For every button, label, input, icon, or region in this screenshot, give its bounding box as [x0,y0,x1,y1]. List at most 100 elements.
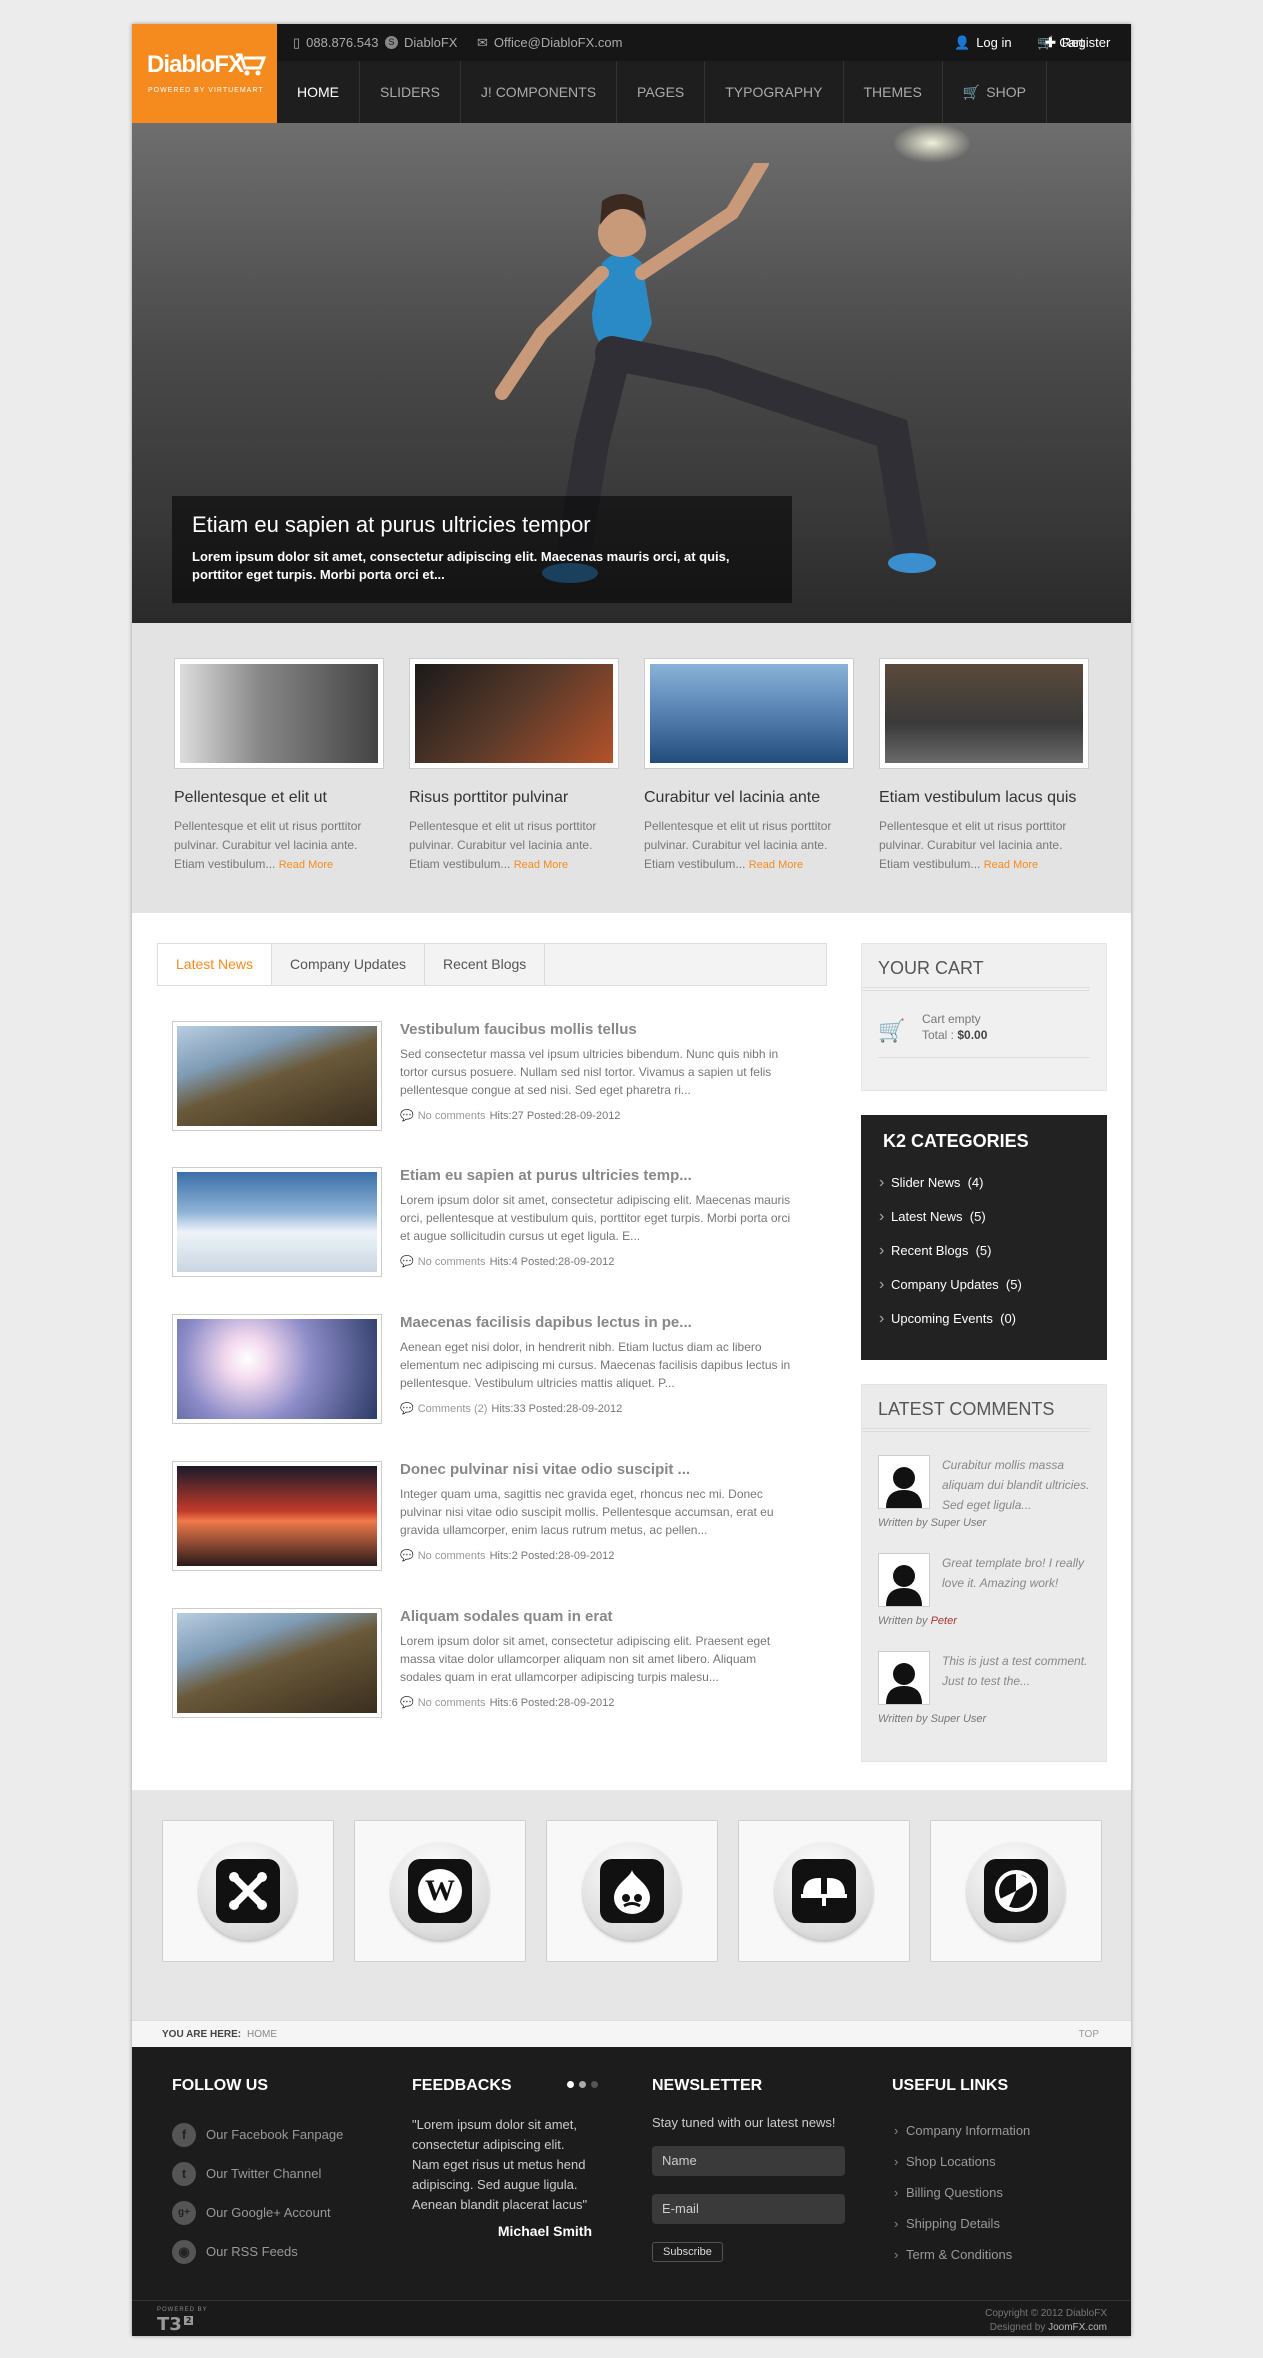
feature-image[interactable] [174,658,384,769]
k2-category-item[interactable]: Company Updates (5) [861,1268,1107,1302]
nav-themes[interactable]: THEMES [844,61,943,123]
tab-recent-blogs[interactable]: Recent Blogs [425,944,546,985]
link-shipping-details[interactable]: Shipping Details [892,2208,1102,2239]
register-link[interactable]: ✚ Register [1045,24,1110,61]
tab-company-updates[interactable]: Company Updates [272,944,425,985]
cart-title: YOUR CART [862,944,1090,991]
feature-image[interactable] [879,658,1089,769]
read-more-link[interactable]: Read More [514,859,568,871]
partner-picasa[interactable] [930,1820,1102,1962]
feature-item: Etiam vestibulum lacus quis Pellentesque… [879,658,1089,875]
twitter-link[interactable]: t Our Twitter Channel [172,2154,382,2193]
nav-home[interactable]: HOME [277,61,360,123]
news-title[interactable]: Vestibulum faucibus mollis tellus [400,1021,637,1038]
google-plus-link[interactable]: g+ Our Google+ Account [172,2193,382,2232]
comments-link[interactable]: No comments [418,1697,486,1709]
pager-dot[interactable] [579,2081,586,2088]
email-address[interactable]: Office@DiabloFX.com [494,24,623,61]
partner-wordpress[interactable]: W [354,1820,526,1962]
feature-image[interactable] [644,658,854,769]
phone-icon: ▯ [293,35,301,50]
k2-list: Slider News (4) Latest News (5) Recent B… [861,1166,1107,1336]
picasa-icon [984,1859,1048,1923]
nav-shop[interactable]: 🛒 SHOP [943,61,1047,123]
follow-us-title: FOLLOW US [172,2077,268,2094]
news-meta: 💬 No comments Hits:6 Posted:28-09-2012 [400,1696,614,1710]
email-input[interactable]: E-mail [652,2194,845,2224]
news-title[interactable]: Donec pulvinar nisi vitae odio suscipit … [400,1461,690,1478]
login-link[interactable]: 👤 Log in [954,24,1012,61]
hero-slider[interactable]: Etiam eu sapien at purus ultricies tempo… [132,123,1131,623]
back-to-top-link[interactable]: TOP [1079,2021,1099,2048]
news-thumbnail[interactable] [172,1021,382,1131]
designer-link[interactable]: JoomFX.com [1048,2322,1107,2333]
news-title[interactable]: Aliquam sodales quam in erat [400,1608,613,1625]
link-terms-conditions[interactable]: Term & Conditions [892,2239,1102,2270]
comment-item[interactable]: Great template bro! I really love it. Am… [878,1553,1098,1643]
avatar [878,1455,930,1509]
news-hits-date: Hits:27 Posted:28-09-2012 [489,1109,621,1122]
feature-title[interactable]: Risus porttitor pulvinar [409,789,619,807]
t3-logo[interactable]: T3 2 [157,2314,194,2335]
hero-title: Etiam eu sapien at purus ultricies tempo… [192,512,591,537]
read-more-link[interactable]: Read More [749,859,803,871]
comment-item[interactable]: Curabitur mollis massa aliquam dui bland… [878,1455,1098,1545]
register-label[interactable]: Register [1062,24,1110,61]
feedbacks-title: FEEDBACKS [412,2077,512,2094]
nav-components[interactable]: J! COMPONENTS [461,61,618,123]
news-thumbnail[interactable] [172,1608,382,1718]
link-shop-locations[interactable]: Shop Locations [892,2146,1102,2177]
feature-title[interactable]: Pellentesque et elit ut [174,789,384,807]
comment-item[interactable]: This is just a test comment. Just to tes… [878,1651,1098,1741]
comment-text: This is just a test comment. Just to tes… [942,1654,1088,1688]
name-input[interactable]: Name [652,2146,845,2176]
link-company-information[interactable]: Company Information [892,2115,1102,2146]
phone-info: ▯ 088.876.543 [293,24,378,61]
comments-link[interactable]: No comments [418,1550,486,1562]
nav-sliders[interactable]: SLIDERS [360,61,461,123]
rss-link[interactable]: ◉ Our RSS Feeds [172,2232,382,2271]
news-meta: 💬 No comments Hits:4 Posted:28-09-2012 [400,1255,614,1269]
partners-section: W [132,1790,1131,2020]
comments-link[interactable]: Comments (2) [418,1403,488,1415]
email-info[interactable]: ✉ Office@DiabloFX.com [477,24,622,61]
footer: FOLLOW US f Our Facebook Fanpage t Our Twi… [132,2047,1131,2336]
news-title[interactable]: Maecenas facilisis dapibus lectus in pe.… [400,1314,692,1331]
logo[interactable]: DiabloFX POWERED BY VIRTUEMART [132,24,277,123]
cart-summary[interactable]: 🛒 Cart empty Total : $0.00 [878,1012,1090,1058]
link-billing-questions[interactable]: Billing Questions [892,2177,1102,2208]
phone-number: 088.876.543 [306,35,379,50]
feedback-pager[interactable] [567,2081,598,2088]
k2-category-item[interactable]: Latest News (5) [861,1200,1107,1234]
feature-item: Pellentesque et elit ut Pellentesque et … [174,658,384,875]
news-thumbnail[interactable] [172,1314,382,1424]
nav-shop-label: SHOP [986,84,1026,100]
feature-title[interactable]: Curabitur vel lacinia ante [644,789,854,807]
partner-drupal[interactable] [546,1820,718,1962]
comments-link[interactable]: No comments [418,1256,486,1268]
k2-category-item[interactable]: Slider News (4) [861,1166,1107,1200]
k2-category-item[interactable]: Recent Blogs (5) [861,1234,1107,1268]
feature-image[interactable] [409,658,619,769]
read-more-link[interactable]: Read More [279,859,333,871]
subscribe-button[interactable]: Subscribe [652,2242,723,2262]
feature-title[interactable]: Etiam vestibulum lacus quis [879,789,1089,807]
pager-dot[interactable] [591,2081,598,2088]
news-excerpt: Lorem ipsum dolor sit amet, consectetur … [400,1193,791,1243]
news-thumbnail[interactable] [172,1167,382,1277]
comments-link[interactable]: No comments [418,1110,486,1122]
nav-pages[interactable]: PAGES [617,61,706,123]
login-label[interactable]: Log in [976,24,1011,61]
news-thumbnail[interactable] [172,1461,382,1571]
partner-deviantart[interactable] [738,1820,910,1962]
feature-text: Pellentesque et elit ut risus porttitor … [174,819,362,871]
facebook-link[interactable]: f Our Facebook Fanpage [172,2115,382,2154]
breadcrumb-home[interactable]: HOME [247,2021,277,2048]
read-more-link[interactable]: Read More [984,859,1038,871]
k2-category-item[interactable]: Upcoming Events (0) [861,1302,1107,1336]
pager-dot[interactable] [567,2081,574,2088]
tab-latest-news[interactable]: Latest News [158,944,273,985]
partner-joomla[interactable] [162,1820,334,1962]
nav-typography[interactable]: TYPOGRAPHY [705,61,844,123]
news-title[interactable]: Etiam eu sapien at purus ultricies temp.… [400,1167,692,1184]
